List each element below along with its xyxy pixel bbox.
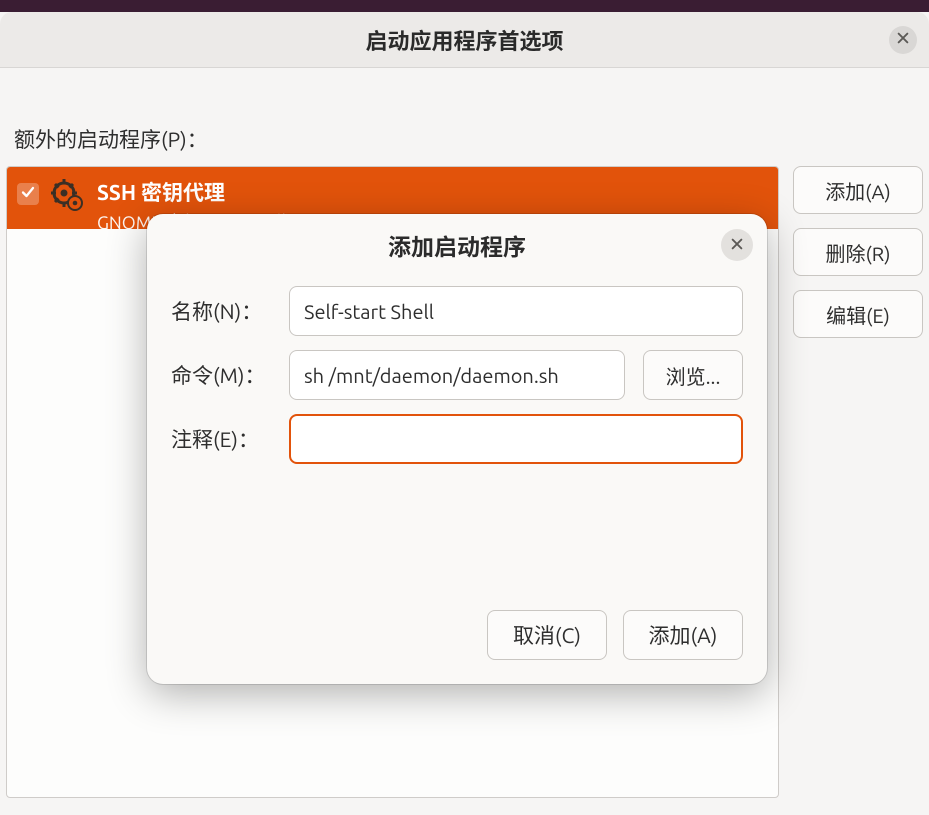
- command-field[interactable]: [289, 350, 625, 400]
- gear-icon: [51, 179, 85, 213]
- edit-button[interactable]: 编辑(E): [793, 290, 923, 338]
- modal-header: 添加启动程序: [147, 214, 767, 276]
- comment-row: 注释(E)：: [171, 414, 743, 464]
- side-buttons: 添加(A) 删除(R) 编辑(E): [793, 166, 923, 338]
- titlebar-strip: [0, 0, 929, 12]
- close-icon: [730, 236, 744, 255]
- list-item-title: SSH 密钥代理: [97, 177, 309, 207]
- modal-title: 添加启动程序: [388, 228, 526, 262]
- window-title: 启动应用程序首选项: [365, 24, 563, 56]
- check-icon: [20, 184, 36, 204]
- name-label: 名称(N)：: [171, 296, 271, 326]
- command-row: 命令(M)： 浏览...: [171, 350, 743, 400]
- modal-body: 名称(N)： 命令(M)： 浏览... 注释(E)：: [147, 276, 767, 610]
- command-label: 命令(M)：: [171, 360, 271, 390]
- cancel-button[interactable]: 取消(C): [487, 610, 607, 660]
- browse-button[interactable]: 浏览...: [643, 350, 743, 400]
- add-button[interactable]: 添加(A): [793, 166, 923, 214]
- modal-add-button[interactable]: 添加(A): [623, 610, 743, 660]
- window-header: 启动应用程序首选项: [0, 12, 929, 68]
- window-close-button[interactable]: [889, 26, 917, 54]
- comment-label: 注释(E)：: [171, 424, 271, 454]
- add-startup-modal: 添加启动程序 名称(N)： 命令(M)： 浏览... 注释(E)：: [147, 214, 767, 684]
- remove-button[interactable]: 删除(R): [793, 228, 923, 276]
- comment-field[interactable]: [289, 414, 743, 464]
- list-item-checkbox[interactable]: [17, 183, 39, 205]
- section-label: 额外的启动程序(P)：: [14, 124, 923, 154]
- modal-footer: 取消(C) 添加(A): [147, 610, 767, 684]
- modal-close-button[interactable]: [721, 229, 753, 261]
- close-icon: [896, 31, 910, 49]
- name-row: 名称(N)：: [171, 286, 743, 336]
- name-field[interactable]: [289, 286, 743, 336]
